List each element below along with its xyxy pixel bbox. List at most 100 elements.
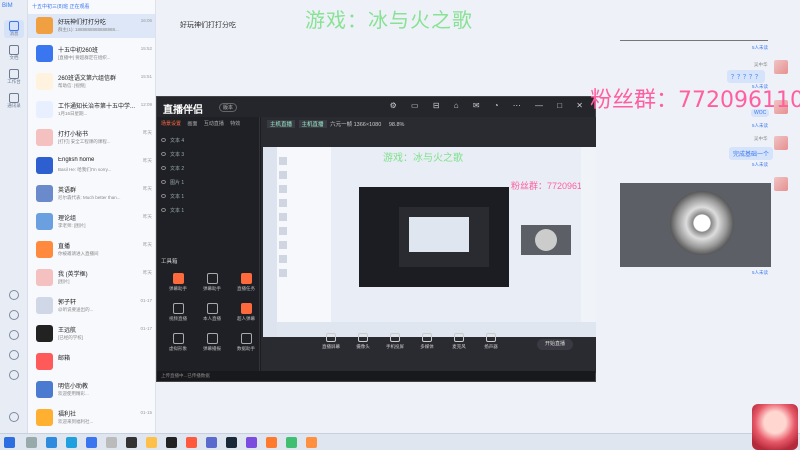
- app-icon[interactable]: [106, 437, 117, 448]
- calendar-icon[interactable]: [9, 290, 19, 300]
- layer-item[interactable]: 文本 2: [161, 165, 256, 177]
- layer-item[interactable]: 文本 4: [161, 137, 256, 149]
- layer-item[interactable]: 文本 1: [161, 207, 256, 219]
- toolbox-item[interactable]: 弹幕助手: [165, 273, 191, 297]
- chat-list-item[interactable]: 福利社 欢迎来到福利社... 01-15: [28, 406, 155, 430]
- version-badge[interactable]: 版本: [219, 103, 238, 112]
- avatar: [774, 136, 788, 150]
- microphone-button[interactable]: 麦克风: [445, 333, 473, 350]
- toolbox-item[interactable]: 视频直播: [165, 303, 191, 327]
- chat-time: 昨天: [143, 130, 152, 135]
- star-icon[interactable]: [9, 330, 19, 340]
- chat-list-item[interactable]: 260班语文第六组信群 帮助信: [视频] 15:51: [28, 70, 155, 94]
- phone-icon: [390, 333, 400, 342]
- toolbox-item[interactable]: 直播任务: [233, 273, 259, 297]
- scene-chip[interactable]: 主机直播: [267, 120, 296, 128]
- tab-screen[interactable]: 画面: [187, 121, 197, 127]
- avatar: [36, 353, 53, 370]
- eye-icon[interactable]: [161, 180, 166, 184]
- menu-icon[interactable]: [9, 412, 19, 422]
- eye-icon[interactable]: [161, 194, 166, 198]
- avatar: [36, 17, 53, 34]
- speaker-button[interactable]: 扬声器: [477, 333, 505, 350]
- eye-icon[interactable]: [161, 152, 166, 156]
- steam-icon[interactable]: [226, 437, 237, 448]
- screen-capture-button[interactable]: 直播屏幕: [317, 333, 345, 350]
- apps-icon[interactable]: [9, 350, 19, 360]
- video-message[interactable]: [620, 183, 771, 267]
- layer-label: 文本 3: [170, 152, 185, 158]
- search-icon[interactable]: [26, 437, 37, 448]
- layer-label: 文本 2: [170, 166, 185, 172]
- toolbox-title: 工具箱: [161, 259, 178, 265]
- tool-icon: [240, 273, 252, 284]
- tool-label: 弹幕助手: [203, 286, 221, 291]
- app-icon[interactable]: [186, 437, 197, 448]
- cloud-icon[interactable]: [9, 310, 19, 320]
- layer-label: 文本 1: [170, 194, 185, 200]
- rail-item-workspace[interactable]: 工作台: [4, 68, 24, 86]
- avatar: [36, 297, 53, 314]
- chat-name: 明信小助教: [58, 384, 89, 390]
- chat-name: English home: [58, 157, 95, 163]
- app-icon[interactable]: [286, 437, 297, 448]
- svg-text:游戏：冰与火之歌: 游戏：冰与火之歌: [383, 151, 463, 164]
- avatar: [36, 45, 53, 62]
- layer-item[interactable]: 图片 1: [161, 179, 256, 191]
- toolbox-item[interactable]: 本人直播: [199, 303, 225, 327]
- scene-chip[interactable]: 主机直播: [298, 120, 327, 128]
- eye-icon[interactable]: [161, 208, 166, 212]
- eye-icon[interactable]: [161, 138, 166, 142]
- chat-name: 郭子轩: [58, 300, 77, 306]
- layer-item[interactable]: 文本 3: [161, 151, 256, 163]
- chat-list-item[interactable]: 十五中初260班 [直播中] 要超群定在组织... 15:52: [28, 42, 155, 66]
- start-icon[interactable]: [4, 437, 15, 448]
- more-icon[interactable]: [9, 370, 19, 380]
- toolbox-item[interactable]: 超人弹幕: [233, 303, 259, 327]
- media-button[interactable]: 多媒体: [413, 333, 441, 350]
- chat-list-item[interactable]: 邮箱: [28, 350, 155, 374]
- chat-list-item[interactable]: 英语群 尼尔森代表: Much better than... 昨天: [28, 182, 155, 206]
- chat-list-item[interactable]: 我 (英学框) [图片] 昨天: [28, 266, 155, 290]
- app-icon[interactable]: [126, 437, 137, 448]
- app-icon[interactable]: [266, 437, 277, 448]
- rail-item-messages[interactable]: 消息: [4, 20, 24, 38]
- app-icon[interactable]: [246, 437, 257, 448]
- chat-list-item[interactable]: 王远航 [已经的学校] 01-17: [28, 322, 155, 346]
- tab-effects[interactable]: 特效: [230, 121, 240, 127]
- rail-item-docs[interactable]: 文档: [4, 44, 24, 62]
- eye-icon[interactable]: [161, 166, 166, 170]
- app-icon[interactable]: [306, 437, 317, 448]
- folder-icon[interactable]: [146, 437, 157, 448]
- chat-list-item[interactable]: 直播 你被邀请进入直播间 昨天: [28, 238, 155, 262]
- tab-scene[interactable]: 场景设置: [161, 121, 181, 127]
- chat-name: 王远航: [58, 328, 77, 334]
- unread-count: 5人未读: [752, 162, 769, 167]
- tiktok-icon[interactable]: [166, 437, 177, 448]
- live-window-controls[interactable]: ⚙ ▭ ⊟ ⌂ ✉ ◔ ⋯ — □ ✕: [390, 101, 589, 110]
- toolbox-item[interactable]: 数据助手: [233, 333, 259, 357]
- live-brand: 直播伴侣: [163, 105, 203, 116]
- app-icon[interactable]: [86, 437, 97, 448]
- chat-preview: 群主(1): 1888888888888888...: [58, 27, 119, 32]
- chat-list-item[interactable]: 好玩神们打打分吃 群主(1): 1888888888888888... 16:06: [28, 14, 155, 38]
- chat-list-item[interactable]: 理论组 李老师: [图片] 昨天: [28, 210, 155, 234]
- layer-item[interactable]: 文本 1: [161, 193, 256, 205]
- app-icon[interactable]: [206, 437, 217, 448]
- chrome-icon[interactable]: [66, 437, 77, 448]
- chat-list-item[interactable]: 明信小助教 欢迎使用精彩...: [28, 378, 155, 402]
- chat-list-item[interactable]: English home Basil He: 哈我们I'm sorry... 昨天: [28, 154, 155, 178]
- phone-cast-button[interactable]: 手机投屏: [381, 333, 409, 350]
- chat-list-item[interactable]: 工作通知长治市第十五中学... 1月16日星期... 12:09: [28, 98, 155, 122]
- chat-list-item[interactable]: 打打小秘书 [打打] 安全工程课的课程... 昨天: [28, 126, 155, 150]
- toolbox-item[interactable]: 弹幕助手: [199, 273, 225, 297]
- camera-button[interactable]: 摄像头: [349, 333, 377, 350]
- avatar: [36, 213, 53, 230]
- toolbox-item[interactable]: 弹幕播报: [199, 333, 225, 357]
- edge-icon[interactable]: [46, 437, 57, 448]
- start-live-button[interactable]: 开始直播: [537, 339, 573, 350]
- tab-interactive[interactable]: 互动直播: [204, 121, 224, 127]
- toolbox-item[interactable]: 虚拟形象: [165, 333, 191, 357]
- chat-list-item[interactable]: 郭子轩 @听说要送出的... 01-17: [28, 294, 155, 318]
- rail-item-contacts[interactable]: 通讯录: [4, 92, 24, 110]
